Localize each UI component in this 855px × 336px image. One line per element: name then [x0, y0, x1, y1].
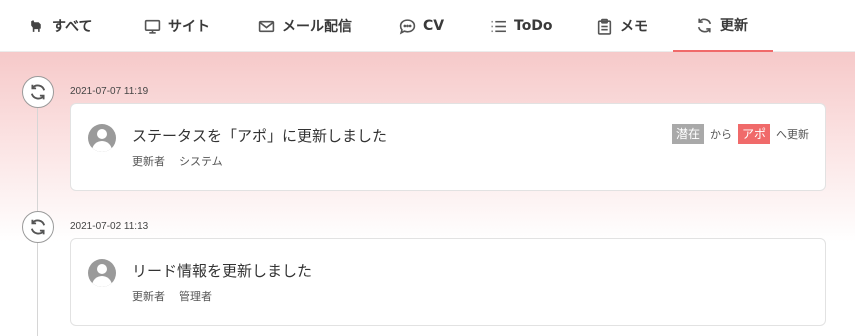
event-datetime: 2021-07-02 11:13	[70, 221, 149, 232]
avatar	[88, 259, 116, 287]
tab-mail[interactable]: メール配信	[258, 0, 352, 52]
timeline-event-icon	[22, 211, 54, 243]
timeline-event-icon	[22, 76, 54, 108]
tab-all-label: すべて	[52, 19, 93, 35]
clipboard-icon	[597, 18, 612, 35]
status-to-text: へ更新	[776, 128, 809, 141]
tab-bar: すべて サイト メール配信 CV ToDo メモ 更新	[0, 0, 855, 52]
tab-update-label: 更新	[720, 18, 748, 34]
tab-cv[interactable]: CV	[399, 0, 444, 52]
tab-todo[interactable]: ToDo	[490, 0, 553, 52]
timeline-card: ステータスを「アポ」に更新しました 更新者 システム 潜在 から アポ へ更新	[70, 103, 826, 191]
tab-cv-label: CV	[423, 18, 445, 34]
avatar	[88, 124, 116, 152]
tab-all[interactable]: すべて	[28, 0, 92, 52]
event-meta: 更新者 システム	[132, 153, 223, 169]
tab-update[interactable]: 更新	[673, 0, 773, 52]
status-change: 潜在 から アポ へ更新	[671, 124, 809, 144]
timeline-card: リード情報を更新しました 更新者 管理者	[70, 238, 826, 326]
tab-mail-label: メール配信	[282, 19, 352, 35]
event-datetime: 2021-07-07 11:19	[70, 86, 149, 97]
refresh-icon	[30, 84, 46, 100]
tab-site-label: サイト	[168, 19, 210, 35]
monitor-icon	[144, 19, 161, 34]
status-from-badge: 潜在	[671, 124, 704, 144]
refresh-icon	[697, 18, 712, 32]
tab-site[interactable]: サイト	[144, 0, 210, 52]
event-meta: 更新者 管理者	[132, 288, 212, 304]
refresh-icon	[30, 219, 46, 235]
updater-label: 更新者	[132, 155, 165, 168]
tab-memo[interactable]: メモ	[596, 0, 648, 52]
status-from-text: から	[709, 128, 732, 141]
event-message: ステータスを「アポ」に更新しました	[132, 127, 388, 145]
updater-name: 管理者	[179, 290, 212, 303]
status-to-badge: アポ	[737, 124, 770, 144]
event-message: リード情報を更新しました	[132, 262, 313, 280]
mail-icon	[258, 20, 275, 32]
chat-bubble-icon	[399, 18, 416, 34]
timeline: 2021-07-07 11:19 ステータスを「アポ」に更新しました 更新者 シ…	[0, 52, 855, 336]
updater-name: システム	[179, 155, 223, 168]
updater-label: 更新者	[132, 290, 165, 303]
tab-memo-label: メモ	[620, 19, 648, 35]
dog-icon	[31, 19, 41, 32]
list-icon	[491, 20, 506, 32]
tab-todo-label: ToDo	[514, 18, 553, 34]
